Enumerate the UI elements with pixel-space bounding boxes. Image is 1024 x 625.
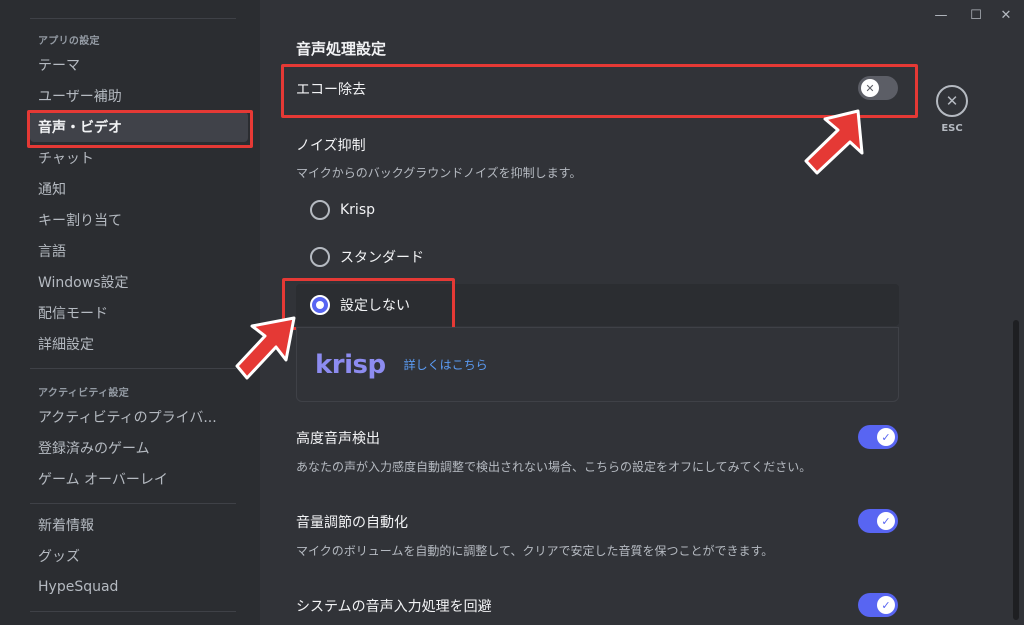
close-circle-icon: ✕: [936, 85, 968, 117]
advanced-voice-detection-label: 高度音声検出: [296, 431, 380, 447]
highlight-box-echo-cancellation: [281, 64, 918, 118]
sidebar-item-accessibility[interactable]: ユーザー補助: [30, 81, 248, 111]
settings-sidebar: アプリの設定 テーマ ユーザー補助 音声・ビデオ チャット 通知 キー割り当て …: [0, 0, 260, 625]
noise-option-label: Krisp: [340, 202, 376, 218]
radio-checked-icon: [310, 295, 330, 315]
section-title-voice-processing: 音声処理設定: [296, 40, 387, 58]
auto-gain-control-label: 音量調節の自動化: [296, 515, 408, 531]
krisp-learn-more-link[interactable]: 詳しくはこちら: [404, 356, 488, 373]
scrollbar-thumb[interactable]: [1013, 320, 1019, 620]
radio-unchecked-icon: [310, 247, 330, 267]
toggle-check-icon: ✓: [877, 428, 895, 446]
toggle-check-icon: ✓: [877, 596, 895, 614]
bypass-system-processing-label: システムの音声入力処理を回避: [296, 599, 492, 615]
sidebar-item-merch[interactable]: グッズ: [30, 541, 248, 571]
sidebar-section-app-settings: アプリの設定: [38, 36, 100, 47]
noise-suppression-description: マイクからのバックグラウンドノイズを抑制します。: [296, 166, 582, 180]
sidebar-item-chat[interactable]: チャット: [30, 143, 248, 173]
minimize-button[interactable]: —: [930, 4, 952, 26]
sidebar-divider: [30, 368, 236, 369]
toggle-check-icon: ✓: [877, 512, 895, 530]
noise-option-label: 設定しない: [340, 298, 410, 314]
echo-cancellation-label: エコー除去: [296, 82, 366, 98]
noise-option-none[interactable]: 設定しない: [296, 284, 899, 326]
sidebar-item-notifications[interactable]: 通知: [30, 174, 248, 204]
sidebar-divider: [30, 611, 236, 612]
sidebar-section-activity-settings: アクティビティ設定: [38, 388, 129, 399]
krisp-logo: krisp: [315, 349, 386, 380]
sidebar-item-game-overlay[interactable]: ゲーム オーバーレイ: [30, 464, 248, 494]
sidebar-item-theme[interactable]: テーマ: [30, 50, 248, 80]
sidebar-item-advanced[interactable]: 詳細設定: [30, 329, 248, 359]
advanced-voice-detection-description: あなたの声が入力感度自動調整で検出されない場合、こちらの設定をオフにしてみてくだ…: [296, 460, 812, 474]
sidebar-item-streamer-mode[interactable]: 配信モード: [30, 298, 248, 328]
sidebar-item-hypesquad[interactable]: HypeSquad: [30, 572, 248, 602]
auto-gain-control-toggle[interactable]: ✓: [858, 509, 898, 533]
sidebar-divider: [30, 503, 236, 504]
sidebar-item-activity-privacy[interactable]: アクティビティのプライバ...: [30, 402, 248, 432]
sidebar-divider: [30, 18, 236, 19]
sidebar-item-windows-settings[interactable]: Windows設定: [30, 267, 248, 297]
noise-option-label: スタンダード: [340, 250, 424, 266]
minimize-icon: —: [934, 7, 948, 23]
noise-option-standard[interactable]: スタンダード: [296, 236, 899, 278]
krisp-promo-panel: krisp 詳しくはこちら: [296, 327, 899, 402]
maximize-button[interactable]: ☐: [965, 4, 987, 26]
echo-cancellation-toggle[interactable]: ✕: [858, 76, 898, 100]
auto-gain-control-description: マイクのボリュームを自動的に調整して、クリアで安定した音質を保つことができます。: [296, 544, 774, 558]
esc-label: ESC: [941, 123, 963, 134]
toggle-off-x-icon: ✕: [861, 79, 879, 97]
settings-window: アプリの設定 テーマ ユーザー補助 音声・ビデオ チャット 通知 キー割り当て …: [0, 0, 1024, 625]
noise-option-krisp[interactable]: Krisp: [296, 189, 899, 231]
radio-unchecked-icon: [310, 200, 330, 220]
voice-settings-content: 音声処理設定 エコー除去 ✕ ノイズ抑制 マイクからのバックグラウンドノイズを抑…: [260, 0, 1024, 625]
bypass-system-processing-toggle[interactable]: ✓: [858, 593, 898, 617]
sidebar-item-whats-new[interactable]: 新着情報: [30, 510, 248, 540]
noise-suppression-title: ノイズ抑制: [296, 138, 366, 154]
sidebar-item-registered-games[interactable]: 登録済みのゲーム: [30, 433, 248, 463]
advanced-voice-detection-toggle[interactable]: ✓: [858, 425, 898, 449]
close-icon: ✕: [1000, 7, 1012, 23]
esc-close-button[interactable]: ✕ ESC: [936, 85, 968, 134]
sidebar-item-language[interactable]: 言語: [30, 236, 248, 266]
maximize-icon: ☐: [970, 7, 982, 23]
sidebar-item-keybinds[interactable]: キー割り当て: [30, 205, 248, 235]
sidebar-item-voice-video[interactable]: 音声・ビデオ: [30, 112, 248, 142]
